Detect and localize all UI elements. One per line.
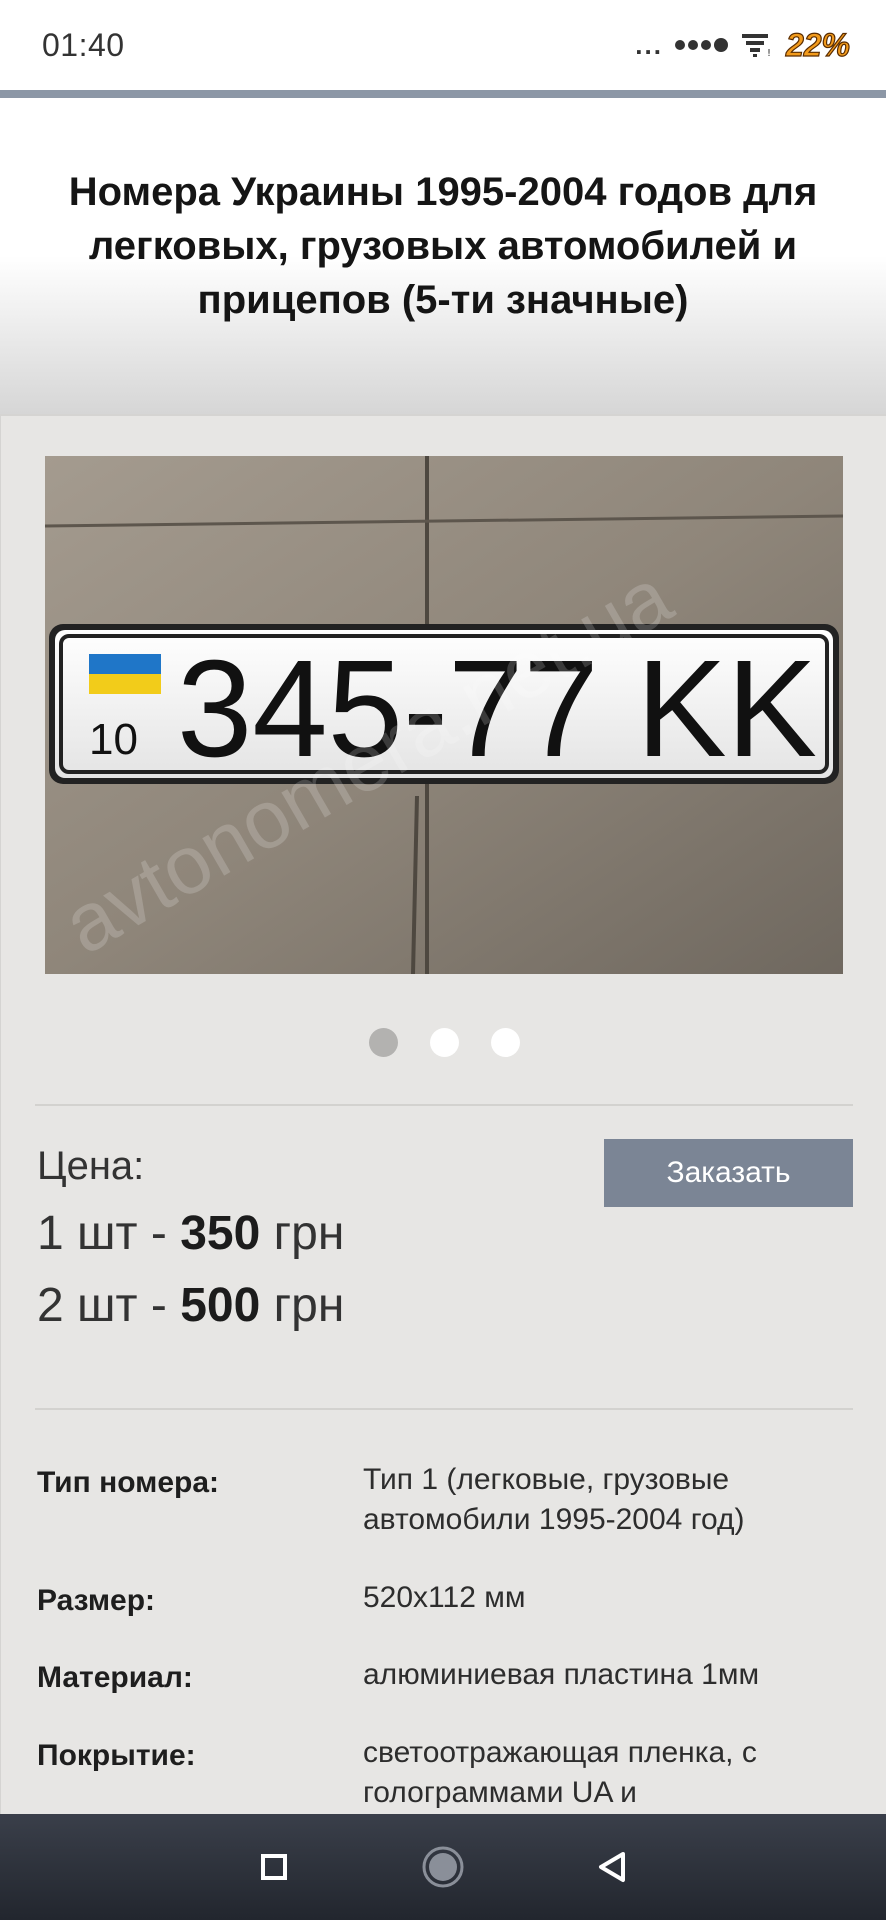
- home-button[interactable]: [413, 1837, 473, 1897]
- license-plate-photo: 10 345-77 KK avtonomera.net.ua: [45, 456, 843, 974]
- price-row-2: 2 шт - 500 грн: [37, 1278, 344, 1333]
- notification-overflow-icon: ...: [635, 29, 663, 60]
- price-qty: 1 шт -: [37, 1207, 181, 1260]
- back-triangle-icon: [598, 1852, 625, 1882]
- order-button[interactable]: Заказать: [604, 1139, 853, 1207]
- price-currency: грн: [260, 1279, 345, 1332]
- signal-icon: [674, 38, 728, 52]
- page-header: Номера Украины 1995-2004 годов для легко…: [0, 98, 886, 414]
- spec-value-size: 520x112 мм: [363, 1581, 526, 1614]
- home-circle-icon: [422, 1846, 464, 1888]
- product-card: 10 345-77 KK avtonomera.net.ua Цена: 1 ш…: [0, 414, 886, 1814]
- price-amount: 350: [180, 1207, 261, 1260]
- price-amount: 500: [180, 1279, 261, 1332]
- spec-value-coating: светоотражающая пленка, с голограммами U…: [363, 1736, 757, 1809]
- back-button[interactable]: [582, 1837, 642, 1897]
- carousel-dot-3[interactable]: [490, 1028, 520, 1057]
- price-currency: грн: [260, 1207, 345, 1260]
- divider-specs: [35, 1408, 853, 1410]
- divider-top: [35, 1104, 853, 1106]
- spec-label-coating: Покрытие:: [37, 1739, 196, 1772]
- spec-label-type: Тип номера:: [37, 1466, 220, 1499]
- status-bar: 01:40 ... ! 22%: [0, 0, 886, 90]
- battery-indicator: 22%: [785, 26, 850, 63]
- wifi-icon: !: [741, 34, 771, 58]
- price-row-1: 1 шт - 350 грн: [37, 1206, 344, 1261]
- price-qty: 2 шт -: [37, 1279, 181, 1332]
- status-time: 01:40: [42, 26, 125, 63]
- square-icon: [261, 1854, 288, 1880]
- flag-yellow: [89, 674, 161, 694]
- page-title: Номера Украины 1995-2004 годов для легко…: [68, 170, 818, 322]
- carousel-dot-2[interactable]: [429, 1028, 459, 1057]
- price-label: Цена:: [37, 1144, 145, 1188]
- spec-value-type: Тип 1 (легковые, грузовые автомобили 199…: [363, 1463, 745, 1536]
- carousel-dot-1[interactable]: [368, 1028, 398, 1057]
- status-divider: [0, 90, 886, 98]
- product-image[interactable]: 10 345-77 KK avtonomera.net.ua: [45, 456, 843, 974]
- spec-value-material: алюминиевая пластина 1мм: [363, 1658, 760, 1691]
- recent-apps-button[interactable]: [244, 1837, 304, 1897]
- carousel-indicators: [1, 1028, 886, 1057]
- plate-region-text: 10: [89, 715, 138, 764]
- svg-text:!: !: [767, 48, 771, 58]
- system-nav-bar: [0, 1814, 886, 1920]
- flag-blue: [89, 654, 161, 674]
- status-icons: ... ! 22%: [635, 26, 850, 64]
- spec-label-size: Размер:: [37, 1584, 156, 1617]
- spec-label-material: Материал:: [37, 1661, 193, 1694]
